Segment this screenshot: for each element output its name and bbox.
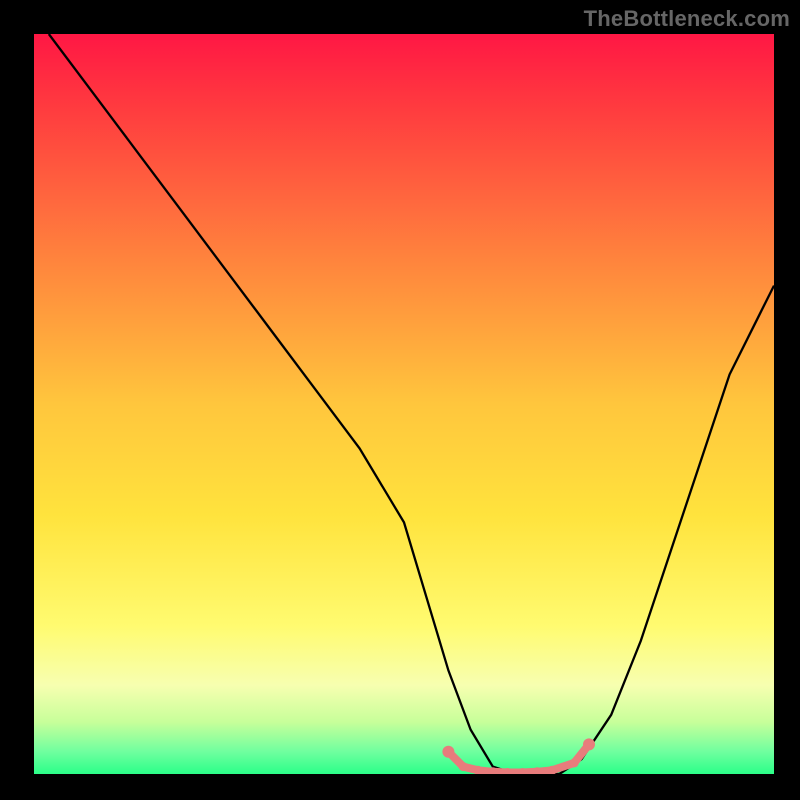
watermark-label: TheBottleneck.com	[584, 6, 790, 32]
plot-area	[34, 34, 774, 774]
gradient-background	[34, 34, 774, 774]
chart-frame: TheBottleneck.com	[0, 0, 800, 800]
chart-svg	[34, 34, 774, 774]
